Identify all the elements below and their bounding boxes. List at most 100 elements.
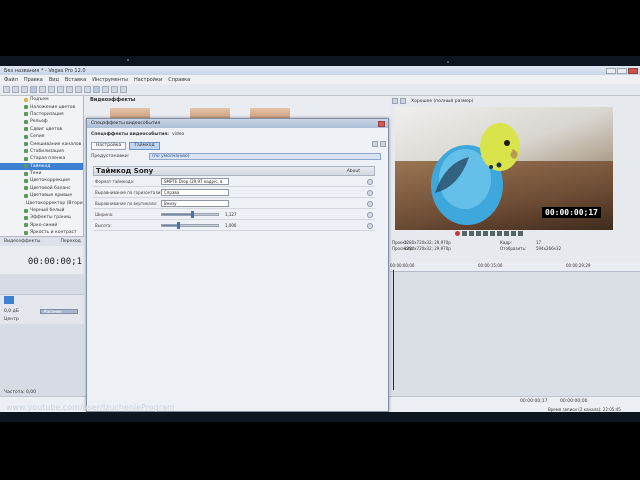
cut-icon[interactable] bbox=[48, 86, 55, 93]
menu-item[interactable]: Вид bbox=[49, 77, 59, 83]
selection-tool-icon[interactable] bbox=[120, 86, 127, 93]
loop-icon[interactable] bbox=[462, 231, 467, 236]
chain-item-pan-crop[interactable]: Настройка bbox=[91, 141, 127, 150]
menu-item[interactable]: Вставка bbox=[65, 77, 86, 83]
tree-item[interactable]: Смешивание каналов bbox=[0, 140, 83, 147]
menu-item[interactable]: Инструменты bbox=[92, 77, 128, 83]
tree-item[interactable]: Пастеризация bbox=[0, 111, 83, 118]
preview-split-icon[interactable] bbox=[400, 98, 406, 104]
envelope-tool-icon[interactable] bbox=[111, 86, 118, 93]
pause-icon[interactable] bbox=[483, 231, 488, 236]
effect-icon bbox=[24, 134, 28, 139]
stop-icon[interactable] bbox=[490, 231, 495, 236]
plugin-chain: Настройка Таймкод bbox=[87, 140, 388, 151]
edit-tool-icon[interactable] bbox=[102, 86, 109, 93]
effect-icon bbox=[24, 208, 28, 213]
window-controls bbox=[606, 67, 640, 74]
snap-icon[interactable] bbox=[93, 86, 100, 93]
play-from-start-icon[interactable] bbox=[469, 231, 474, 236]
tree-item[interactable]: Тени bbox=[0, 170, 83, 177]
go-to-start-icon[interactable] bbox=[497, 231, 502, 236]
new-icon[interactable] bbox=[3, 86, 10, 93]
record-icon[interactable] bbox=[455, 231, 460, 236]
minimize-button[interactable] bbox=[606, 67, 616, 74]
undo-icon[interactable] bbox=[75, 86, 82, 93]
tree-item[interactable]: Сепия bbox=[0, 133, 83, 140]
tree-item-label: Цветокорректор (Вторичный) bbox=[26, 200, 83, 206]
properties-icon[interactable] bbox=[30, 86, 37, 93]
preview-settings-icon[interactable] bbox=[392, 98, 398, 104]
maximize-button[interactable] bbox=[617, 67, 627, 74]
tree-item[interactable]: Старая пленка bbox=[0, 155, 83, 162]
tab-video-fx[interactable]: Видеоэффекты bbox=[4, 239, 40, 244]
tree-item-label: Стабилизация bbox=[30, 148, 64, 154]
close-button[interactable] bbox=[628, 67, 638, 74]
dialog-side-buttons bbox=[372, 141, 386, 147]
tree-item[interactable]: Цветокоррекция bbox=[0, 177, 83, 184]
tree-item[interactable]: Сдвиг цветов bbox=[0, 126, 83, 133]
reset-icon[interactable] bbox=[367, 222, 373, 229]
height-slider[interactable] bbox=[161, 222, 219, 229]
about-button[interactable]: About bbox=[347, 169, 360, 174]
go-to-end-icon[interactable] bbox=[504, 231, 509, 236]
menu-item[interactable]: Файл bbox=[4, 77, 18, 83]
menu-item[interactable]: Справка bbox=[168, 77, 190, 83]
horizontal-align-dropdown[interactable]: Справа bbox=[161, 189, 229, 196]
tree-item[interactable]: Цветокорректор (Вторичный) bbox=[0, 199, 83, 206]
project-value: 1280x720x32; 29,970p bbox=[404, 240, 451, 245]
reset-icon[interactable] bbox=[367, 189, 373, 196]
copy-icon[interactable] bbox=[57, 86, 64, 93]
explorer-tree: Подъем Наложение цветов Пастеризация Рельеф… bbox=[0, 96, 84, 236]
menu-item[interactable]: Правка bbox=[24, 77, 43, 83]
track-number-badge[interactable] bbox=[4, 296, 14, 304]
timeline-area[interactable] bbox=[390, 266, 640, 396]
chain-item-timecode[interactable]: Таймкод bbox=[129, 141, 160, 150]
tab-transitions[interactable]: Переход bbox=[60, 239, 80, 244]
preview-quality-select[interactable]: Хорошее (полный размер) bbox=[411, 99, 474, 104]
tree-item[interactable]: Цветовой баланс bbox=[0, 185, 83, 192]
track-pan: Центр bbox=[4, 317, 19, 322]
timecode-format-dropdown[interactable]: SMPTE Drop (29,97 кадр/с, в bbox=[161, 178, 229, 185]
paste-icon[interactable] bbox=[66, 86, 73, 93]
tree-item[interactable]: Ярко-синий bbox=[0, 222, 83, 229]
preset-label: Предустановки: bbox=[91, 153, 130, 159]
remove-plugin-icon[interactable] bbox=[380, 141, 386, 147]
tree-item[interactable]: Рельеф bbox=[0, 118, 83, 125]
dialog-close-button[interactable] bbox=[378, 120, 385, 127]
play-icon[interactable] bbox=[476, 231, 481, 236]
tree-item[interactable]: Черный белый bbox=[0, 207, 83, 214]
timeline-timecode: 00:00:00;1 bbox=[27, 257, 82, 267]
screen: Без названия * - Vegas Pro 12.0 Файл Прав… bbox=[0, 0, 640, 480]
height-value[interactable]: 1,000 bbox=[225, 223, 255, 228]
reset-icon[interactable] bbox=[367, 211, 373, 218]
preset-select[interactable]: (по умолчанию) bbox=[149, 152, 382, 160]
tree-item[interactable]: Цветовые кривые bbox=[0, 192, 83, 199]
open-icon[interactable] bbox=[12, 86, 19, 93]
tree-item[interactable]: Стабилизация bbox=[0, 148, 83, 155]
width-slider[interactable] bbox=[161, 211, 219, 218]
playhead[interactable] bbox=[393, 270, 394, 390]
tree-item[interactable]: Таймкод bbox=[0, 162, 83, 170]
reset-icon[interactable] bbox=[367, 200, 373, 207]
tree-item[interactable]: Наложение цветов bbox=[0, 103, 83, 110]
vertical-align-dropdown[interactable]: Внизу bbox=[161, 200, 229, 207]
menu-item[interactable]: Настройки bbox=[134, 77, 162, 83]
video-fx-dialog: Спецэффекты видеособытия Спецэффекты вид… bbox=[86, 118, 389, 412]
ruler-mark: 00:00:15;00 bbox=[478, 263, 503, 268]
tree-item[interactable]: Яркость и контраст bbox=[0, 229, 83, 236]
plugin-chain-icon[interactable] bbox=[372, 141, 378, 147]
prev-frame-icon[interactable] bbox=[511, 231, 516, 236]
frame-value: 17 bbox=[536, 240, 542, 245]
tree-item[interactable]: Подъем bbox=[0, 96, 83, 103]
timeline-ruler[interactable]: 00:00:00;00 00:00:15;00 00:00:29;29 bbox=[390, 262, 640, 272]
redo-icon[interactable] bbox=[84, 86, 91, 93]
reset-icon[interactable] bbox=[367, 178, 373, 185]
tree-item[interactable]: Эффекты границ bbox=[0, 214, 83, 221]
next-frame-icon[interactable] bbox=[518, 231, 523, 236]
render-icon[interactable] bbox=[39, 86, 46, 93]
timecode-overlay: 00:00:00;17 bbox=[542, 207, 601, 218]
effect-icon bbox=[24, 119, 28, 124]
timeline-timecode-area: 00:00:00;1 bbox=[0, 246, 84, 274]
width-value[interactable]: 1,127 bbox=[225, 212, 255, 217]
save-icon[interactable] bbox=[21, 86, 28, 93]
